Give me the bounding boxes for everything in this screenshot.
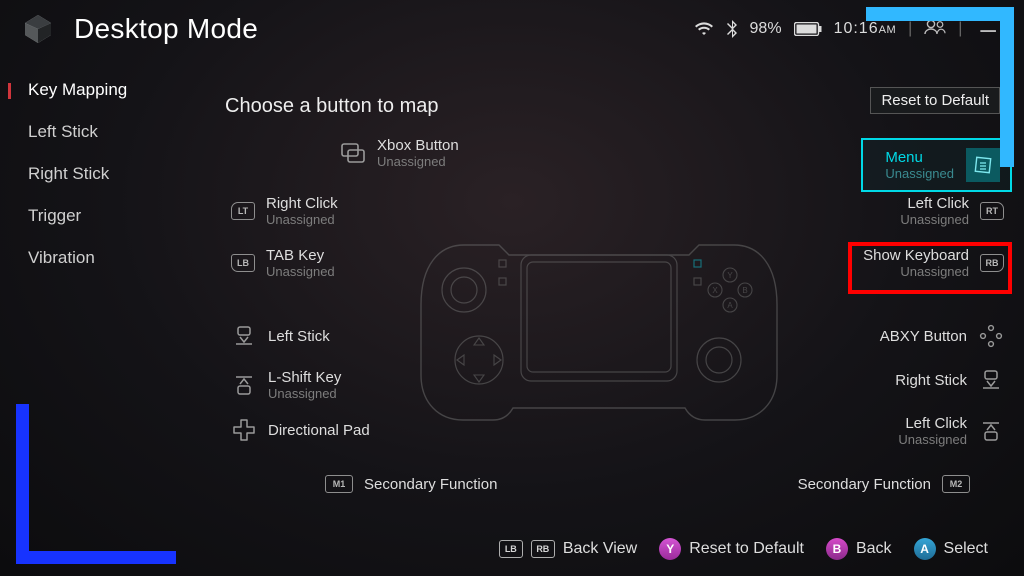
footer-hints: LB RB Back View Y Reset to Default B Bac… [0,530,1024,568]
status-tray: 98% 10:16AM | | – [694,19,1002,40]
view-icon [340,142,366,164]
svg-text:B: B [742,286,747,295]
battery-pct: 98% [750,20,782,38]
sidebar-item-left-stick[interactable]: Left Stick [20,122,190,142]
slot-lt[interactable]: LT Right ClickUnassigned [231,195,338,227]
abxy-icon [978,325,1004,347]
slot-lb[interactable]: LB TAB KeyUnassigned [231,247,335,279]
divider: | [908,20,912,38]
app-logo-icon [22,13,54,45]
slot-m1[interactable]: M1 Secondary Function [325,475,497,493]
slot-left-stick[interactable]: Left Stick [231,325,330,347]
slot-rt[interactable]: RT Left ClickUnassigned [900,195,1004,227]
svg-text:X: X [712,286,718,295]
b-button-icon: B [826,538,848,560]
battery-icon [794,22,822,36]
hint-select: A Select [914,538,988,560]
lb-badge-icon: LB [231,254,255,272]
mapping-grid: Xbox ButtonUnassigned MenuUnassigned LT … [225,135,1000,494]
hint-back: B Back [826,538,892,560]
hint-back-view: LB RB Back View [499,540,637,558]
clock-time: 10:16AM [834,20,897,38]
people-icon[interactable] [924,19,946,40]
stick-down-icon [978,369,1004,391]
lt-badge-icon: LT [231,202,255,220]
slot-abxy[interactable]: ABXY Button [880,325,1004,347]
menu-icon [966,148,1000,182]
svg-text:Y: Y [727,271,733,280]
dpad-icon [231,419,257,441]
sidebar-item-vibration[interactable]: Vibration [20,248,190,268]
reset-to-default-button[interactable]: Reset to Default [870,87,1000,114]
device-outline-icon: Y AX B [409,230,789,435]
sidebar-item-trigger[interactable]: Trigger [20,206,190,226]
slot-m2[interactable]: M2 Secondary Function [798,475,970,493]
sidebar: Key Mapping Left Stick Right Stick Trigg… [20,80,190,268]
bluetooth-icon [726,20,738,38]
m2-badge-icon: M2 [942,475,970,493]
stick-down-icon [231,325,257,347]
main-panel: Choose a button to map Reset to Default … [225,95,1000,524]
slot-rb[interactable]: RB Show KeyboardUnassigned [863,247,1004,279]
slot-right-stick[interactable]: Right Stick [895,369,1004,391]
wifi-icon [694,21,714,37]
svg-text:A: A [727,301,733,310]
rb-badge-icon: RB [531,540,555,558]
divider: | [958,20,962,38]
top-bar: Desktop Mode 98% 10:16AM | | – [0,0,1024,58]
hint-reset: Y Reset to Default [659,538,804,560]
slot-xbox-button[interactable]: Xbox ButtonUnassigned [340,137,459,169]
rt-badge-icon: RT [980,202,1004,220]
slot-lshift[interactable]: L-Shift KeyUnassigned [231,369,341,401]
sidebar-item-key-mapping[interactable]: Key Mapping [20,80,190,100]
stick-up-icon [231,374,257,396]
y-button-icon: Y [659,538,681,560]
m1-badge-icon: M1 [325,475,353,493]
rb-badge-icon: RB [980,254,1004,272]
page-title: Desktop Mode [74,13,258,45]
slot-tr2[interactable]: Left ClickUnassigned [898,415,1004,447]
stick-up-icon [978,420,1004,442]
lb-badge-icon: LB [499,540,523,558]
a-button-icon: A [914,538,936,560]
sidebar-item-right-stick[interactable]: Right Stick [20,164,190,184]
slot-menu-button[interactable]: MenuUnassigned [861,138,1012,192]
slot-dpad[interactable]: Directional Pad [231,419,370,441]
